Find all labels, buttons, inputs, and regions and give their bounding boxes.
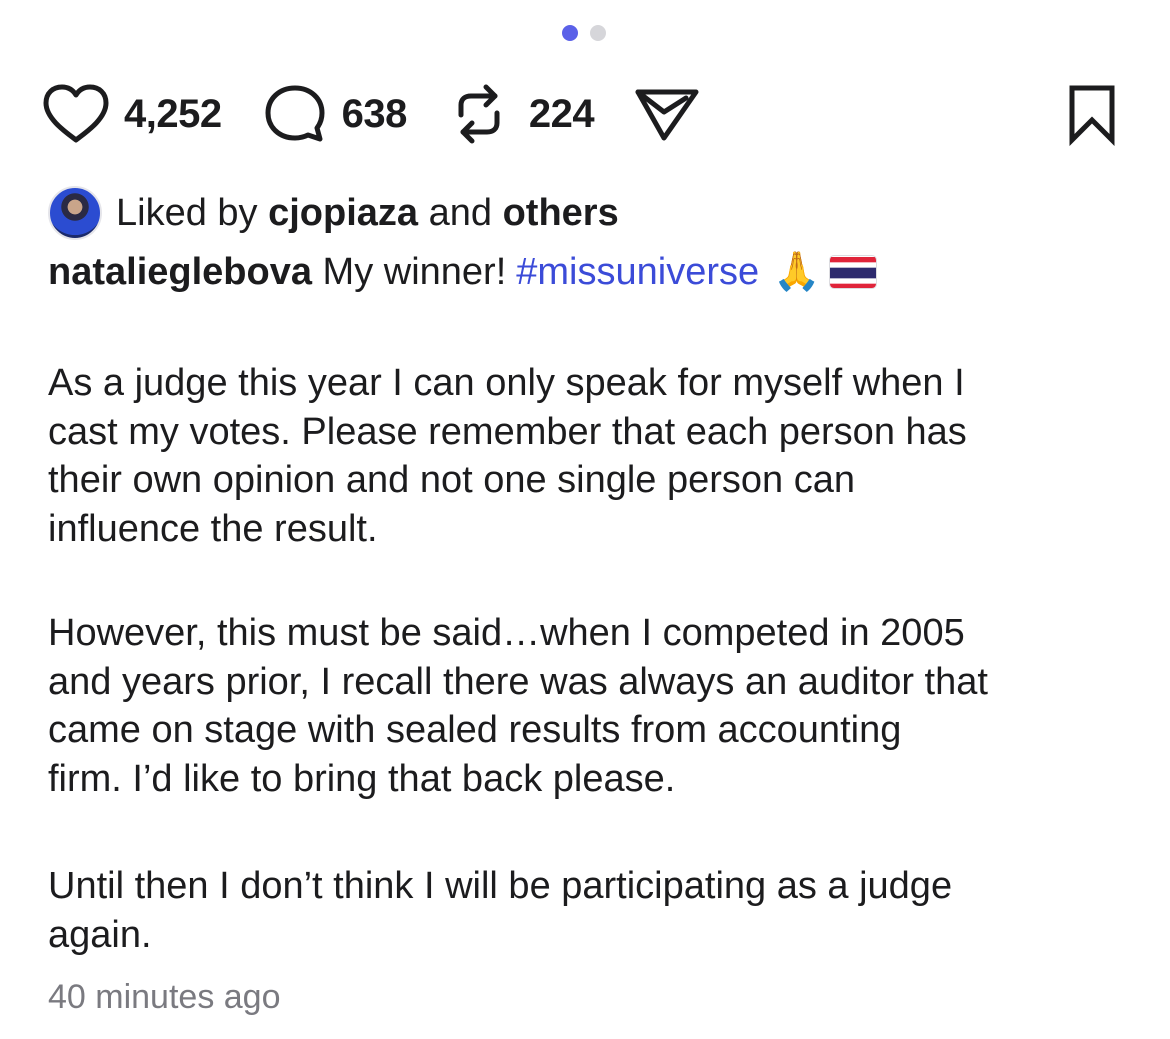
comment-icon [262,82,342,146]
liked-by-others[interactable]: others [503,192,619,235]
send-icon [632,82,702,146]
pray-emoji: 🙏 [773,251,821,293]
bookmark-icon [1064,82,1120,146]
heart-icon [40,82,124,146]
post-timestamp: 40 minutes ago [48,978,281,1016]
like-count: 4,252 [124,91,222,136]
caption-username[interactable]: natalieglebova [48,251,312,294]
pager-dot[interactable] [590,25,606,41]
body-paragraph-2: However, this must be said…when I compet… [48,612,988,800]
liked-by-user[interactable]: cjopiaza [268,192,418,235]
body-paragraph-3: Until then I don’t think I will be parti… [48,865,953,956]
thailand-flag-icon [830,256,877,288]
caption: natalieglebova My winner! #missuniverse 🙏 [48,250,877,294]
repost-count: 224 [528,91,595,136]
repost-button[interactable]: 224 [451,81,595,147]
repost-icon [451,81,529,147]
hashtag-link[interactable]: #missuniverse [516,251,759,294]
carousel-pager [562,25,606,41]
bookmark-button[interactable] [1064,82,1120,146]
action-bar: 4,252 638 224 [40,80,1120,148]
liked-by-row: Liked by cjopiaza and others [48,186,619,240]
send-button[interactable] [632,82,702,146]
liked-by-joiner: and [428,191,493,234]
liked-by-prefix: Liked by [116,191,258,234]
avatar[interactable] [48,186,102,240]
comment-count: 638 [341,91,408,136]
like-button[interactable]: 4,252 [40,82,222,146]
comment-button[interactable]: 638 [262,82,407,146]
pager-dot-active[interactable] [562,25,578,41]
caption-text: My winner! [322,250,507,293]
body-paragraph-1: As a judge this year I can only speak fo… [48,362,967,550]
